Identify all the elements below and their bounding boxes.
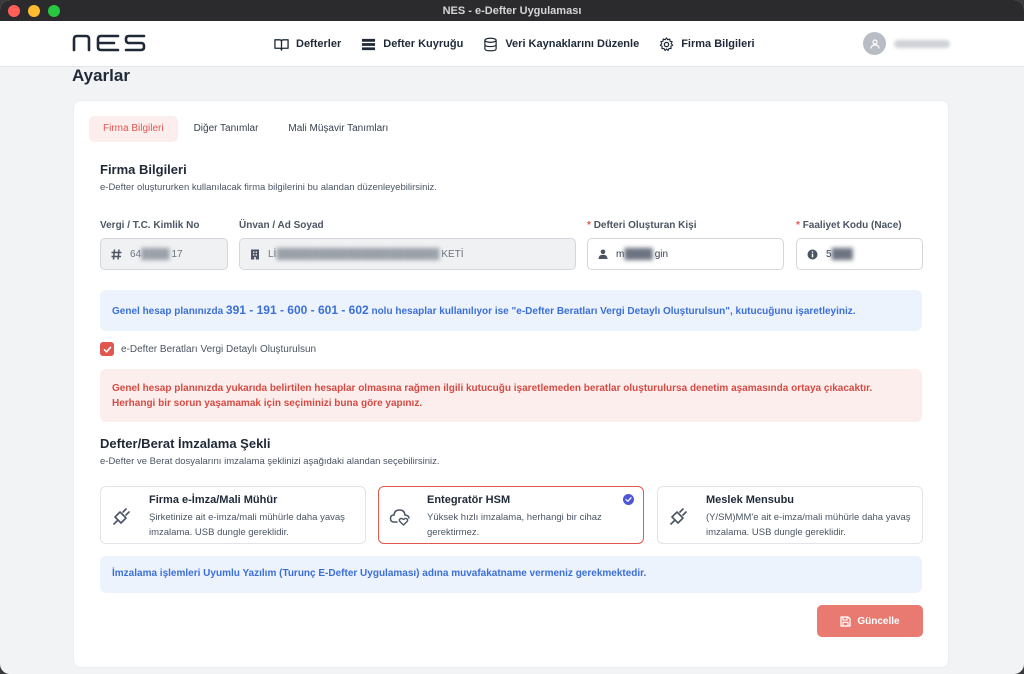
unvan-value-start: Lİ [268, 248, 277, 260]
update-button[interactable]: Güncelle [817, 605, 923, 637]
page-title: Ayarlar [72, 66, 130, 85]
firma-section-title: Firma Bilgileri [100, 162, 187, 177]
database-icon [484, 37, 498, 51]
maximize-window-button[interactable] [48, 5, 60, 17]
vergi-label: Vergi / T.C. Kimlik No [100, 220, 200, 231]
firma-section-desc: e-Defter oluştururken kullanılacak firma… [100, 182, 437, 193]
app-window: NES - e-Defter Uygulaması Defterler Deft… [0, 0, 1024, 674]
vergi-detay-info: Genel hesap planınızda 391 - 191 - 600 -… [100, 290, 922, 331]
vergi-detay-checkbox-row[interactable]: e-Defter Beratları Vergi Detaylı Oluştur… [100, 342, 316, 356]
close-window-button[interactable] [8, 5, 20, 17]
nav-veri-kaynaklari[interactable]: Veri Kaynaklarını Düzenle [483, 37, 639, 52]
top-navbar: Defterler Defter Kuyruğu Veri Kaynakları… [0, 21, 1024, 67]
info-icon [807, 249, 818, 259]
warning-line-1: Genel hesap planınızda yukarıda belirtil… [112, 383, 873, 394]
cloud-heart-icon [389, 509, 410, 526]
check-icon [103, 346, 111, 353]
tab-firma-bilgileri[interactable]: Firma Bilgileri [89, 116, 178, 142]
window-controls [8, 5, 60, 17]
option-title: Entegratör HSM [427, 494, 511, 506]
option-desc: (Y/SM)MM'e ait e-imza/mali mühürle daha … [706, 512, 911, 538]
vergi-field[interactable]: 64 ████ 17 [100, 238, 228, 270]
user-icon [869, 38, 880, 49]
unvan-label: Ünvan / Ad Soyad [239, 220, 324, 231]
imza-section-title: Defter/Berat İmzalama Şekli [100, 436, 271, 451]
option-desc: Yüksek hızlı imzalama, herhangi bir ciha… [427, 512, 602, 538]
list-icon [362, 38, 376, 50]
vergi-detay-checkbox[interactable] [100, 342, 114, 356]
option-entegrator-hsm[interactable]: Entegratör HSM Yüksek hızlı imzalama, he… [378, 486, 644, 544]
user-name-redacted [894, 39, 950, 48]
tab-diger-tanimlar[interactable]: Diğer Tanımlar [180, 116, 273, 142]
update-button-label: Güncelle [857, 615, 900, 627]
option-firma-e-imza[interactable]: Firma e-İmza/Mali Mühür Şirketinize ait … [100, 486, 366, 544]
option-desc: Şirketinize ait e-imza/mali mühürle daha… [149, 512, 345, 538]
kisi-value-end: gin [654, 248, 669, 260]
vergi-value-end: 17 [171, 248, 183, 260]
window-title: NES - e-Defter Uygulaması [442, 4, 582, 17]
kisi-value-start: m [616, 248, 625, 260]
muvafakatname-info: İmzalama işlemleri Uyumlu Yazılım (Turun… [100, 556, 922, 593]
warning-line-2: Herhangi bir sorun yaşamamak için seçimi… [112, 398, 423, 409]
vergi-detay-checkbox-label: e-Defter Beratları Vergi Detaylı Oluştur… [121, 343, 317, 355]
user-menu[interactable] [863, 32, 950, 55]
save-icon [840, 615, 852, 627]
building-icon [251, 249, 259, 259]
usb-plug-icon [670, 508, 687, 525]
nav-firma-bilgileri[interactable]: Firma Bilgileri [659, 36, 755, 52]
kisi-label: * Defteri Oluşturan Kişi [587, 220, 697, 231]
kisi-field[interactable]: m ████ gin [587, 238, 784, 270]
imza-section-desc: e-Defter ve Berat dosyalarını imzalama ş… [100, 456, 440, 467]
tab-mali-musavir[interactable]: Mali Müşavir Tanımları [274, 116, 402, 142]
user-icon [598, 249, 608, 259]
option-meslek-mensubu[interactable]: Meslek Mensubu (Y/SM)MM'e ait e-imza/mal… [657, 486, 923, 544]
settings-card: Firma Bilgileri Diğer Tanımlar Mali Müşa… [73, 100, 949, 668]
selected-check-icon [623, 494, 634, 505]
settings-tabs: Firma Bilgileri Diğer Tanımlar Mali Müşa… [89, 116, 402, 142]
nace-label: * Faaliyet Kodu (Nace) [796, 220, 902, 231]
nace-field[interactable]: 5 ███ [796, 238, 923, 270]
nav-defter-kuyrugu[interactable]: Defter Kuyruğu [361, 37, 463, 52]
nav-defterler[interactable]: Defterler [274, 37, 341, 52]
title-bar: NES - e-Defter Uygulaması [0, 0, 1024, 21]
unvan-value-end: KETİ [441, 248, 464, 260]
main-nav: Defterler Defter Kuyruğu Veri Kaynakları… [274, 21, 755, 67]
unvan-field[interactable]: Lİ ███████████████████████ KETİ [239, 238, 576, 270]
minimize-window-button[interactable] [28, 5, 40, 17]
vergi-value-start: 64 [130, 248, 142, 260]
gear-icon [659, 36, 674, 51]
warning-box: Genel hesap planınızda yukarıda belirtil… [100, 369, 922, 422]
usb-plug-icon [113, 508, 130, 525]
account-numbers: 391 - 191 - 600 - 601 - 602 [225, 303, 369, 317]
book-icon [274, 38, 289, 51]
hash-icon [111, 248, 122, 260]
option-title: Firma e-İmza/Mali Mühür [149, 494, 278, 506]
nes-logo[interactable] [72, 34, 146, 57]
avatar[interactable] [863, 32, 886, 55]
option-title: Meslek Mensubu [706, 494, 795, 506]
